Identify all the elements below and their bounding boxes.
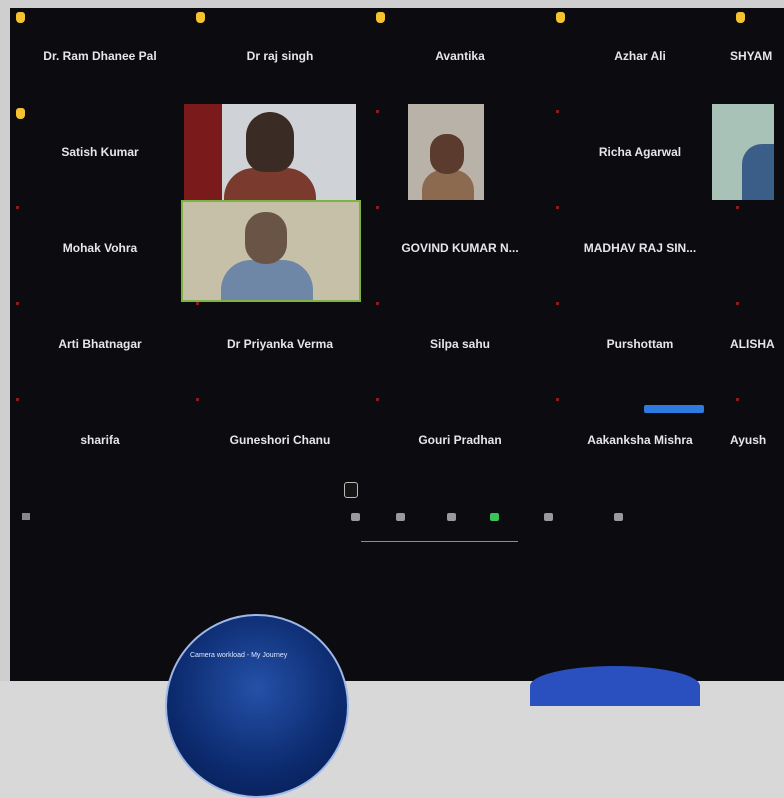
- participant-tile[interactable]: Ayush: [730, 392, 784, 488]
- reactions-icon: [613, 513, 623, 521]
- share-screen-button[interactable]: [476, 513, 512, 539]
- breakout-rooms-icon: [543, 513, 553, 521]
- muted-indicator-icon: [16, 302, 19, 305]
- raised-hand-icon: [736, 12, 745, 23]
- participant-name: Silpa sahu: [429, 337, 491, 351]
- muted-indicator-icon: [196, 302, 199, 305]
- raised-hand-icon: [196, 12, 205, 23]
- participant-name: Aakanksha Mishra: [587, 433, 693, 447]
- participant-tile[interactable]: Gouri Pradhan: [370, 392, 550, 488]
- participant-name: GOVIND KUMAR N...: [401, 241, 519, 255]
- participant-tile[interactable]: MADHAV RAJ SIN...: [550, 200, 730, 296]
- muted-indicator-icon: [556, 398, 559, 401]
- toolbar-tooltip: [344, 482, 358, 498]
- participant-tile[interactable]: Richa Agarwal: [550, 104, 730, 200]
- mute-button[interactable]: [337, 513, 373, 539]
- muted-indicator-icon: [736, 302, 739, 305]
- participant-name: Richa Agarwal: [598, 145, 682, 159]
- participant-tile[interactable]: Avantika: [370, 8, 550, 104]
- participant-tile[interactable]: Dr Priyanka Verma: [190, 296, 370, 392]
- chat-icon: [446, 513, 456, 521]
- participant-video-2[interactable]: [408, 104, 484, 200]
- participant-name: Arti Bhatnagar: [58, 337, 142, 351]
- muted-indicator-icon: [16, 398, 19, 401]
- participant-name: MADHAV RAJ SIN...: [583, 241, 697, 255]
- video-subject-head: [246, 112, 294, 172]
- participant-tile[interactable]: Silpa sahu: [370, 296, 550, 392]
- participant-name: Satish Kumar: [61, 145, 139, 159]
- muted-indicator-icon: [376, 302, 379, 305]
- participant-name: Guneshori Chanu: [229, 433, 331, 447]
- participants-button[interactable]: [382, 513, 418, 539]
- video-subject-head: [430, 134, 464, 174]
- raised-hand-icon: [376, 12, 385, 23]
- participant-tile[interactable]: SHYAM: [730, 8, 784, 104]
- participant-name: Avantika: [435, 49, 485, 63]
- muted-indicator-icon: [556, 206, 559, 209]
- participant-tile[interactable]: Purshottam: [550, 296, 730, 392]
- participant-name: ALISHA: [730, 337, 775, 351]
- blue-shape: [530, 666, 700, 706]
- video-subject: [422, 170, 474, 200]
- reactions-button[interactable]: [600, 513, 636, 539]
- participant-name: Ayush: [730, 433, 767, 447]
- chat-button[interactable]: [433, 513, 469, 539]
- participant-tile[interactable]: Azhar Ali: [550, 8, 730, 104]
- participant-tile[interactable]: sharifa: [10, 392, 190, 488]
- participant-name: SHYAM: [730, 49, 773, 63]
- participant-tile[interactable]: Dr raj singh: [190, 8, 370, 104]
- muted-indicator-icon: [196, 398, 199, 401]
- participant-name: Dr raj singh: [246, 49, 314, 63]
- muted-indicator-icon: [16, 206, 19, 209]
- participant-name: Gouri Pradhan: [418, 433, 502, 447]
- participant-name: Azhar Ali: [614, 49, 666, 63]
- video-subject-head: [245, 212, 287, 264]
- participant-tile[interactable]: Satish Kumar: [10, 104, 190, 200]
- muted-indicator-icon: [556, 110, 559, 113]
- info-icon[interactable]: [22, 513, 30, 520]
- toolbar-underline: [361, 541, 518, 542]
- muted-indicator-icon: [376, 110, 379, 113]
- participant-tile[interactable]: Dr. Ram Dhanee Pal: [10, 8, 190, 104]
- raised-hand-icon: [16, 12, 25, 23]
- participant-name: Dr Priyanka Verma: [226, 337, 334, 351]
- participant-name: Dr. Ram Dhanee Pal: [43, 49, 157, 63]
- share-screen-icon: [489, 513, 499, 521]
- raised-hand-icon: [556, 12, 565, 23]
- participant-name: sharifa: [80, 433, 120, 447]
- muted-indicator-icon: [736, 206, 739, 209]
- participant-tile[interactable]: [730, 200, 784, 296]
- breakout-rooms-button[interactable]: [530, 513, 566, 539]
- globe-graphic: [165, 614, 349, 798]
- blue-status-badge: [644, 405, 704, 413]
- participant-tile[interactable]: ALISHA: [730, 296, 784, 392]
- raised-hand-icon: [16, 108, 25, 119]
- muted-indicator-icon: [556, 302, 559, 305]
- participant-video-1[interactable]: [184, 104, 356, 200]
- participant-tile[interactable]: Arti Bhatnagar: [10, 296, 190, 392]
- active-speaker-video[interactable]: [181, 200, 361, 302]
- participant-tile[interactable]: Mohak Vohra: [10, 200, 190, 296]
- meeting-toolbar: [10, 505, 784, 545]
- participant-video-3[interactable]: [712, 104, 774, 200]
- participant-grid: Dr. Ram Dhanee Pal Dr raj singh Avantika Az…: [10, 8, 784, 494]
- muted-indicator-icon: [736, 398, 739, 401]
- participant-name: Mohak Vohra: [62, 241, 138, 255]
- muted-indicator-icon: [376, 206, 379, 209]
- muted-indicator-icon: [376, 398, 379, 401]
- video-subject: [221, 260, 313, 300]
- participant-name: Purshottam: [606, 337, 674, 351]
- participant-tile[interactable]: GOVIND KUMAR N...: [370, 200, 550, 296]
- video-subject: [224, 168, 316, 200]
- participants-icon: [395, 513, 405, 521]
- mic-icon: [350, 513, 360, 521]
- participant-tile[interactable]: Guneshori Chanu: [190, 392, 370, 488]
- video-subject: [742, 144, 774, 200]
- globe-caption: Camera workload - My Journey: [190, 652, 288, 659]
